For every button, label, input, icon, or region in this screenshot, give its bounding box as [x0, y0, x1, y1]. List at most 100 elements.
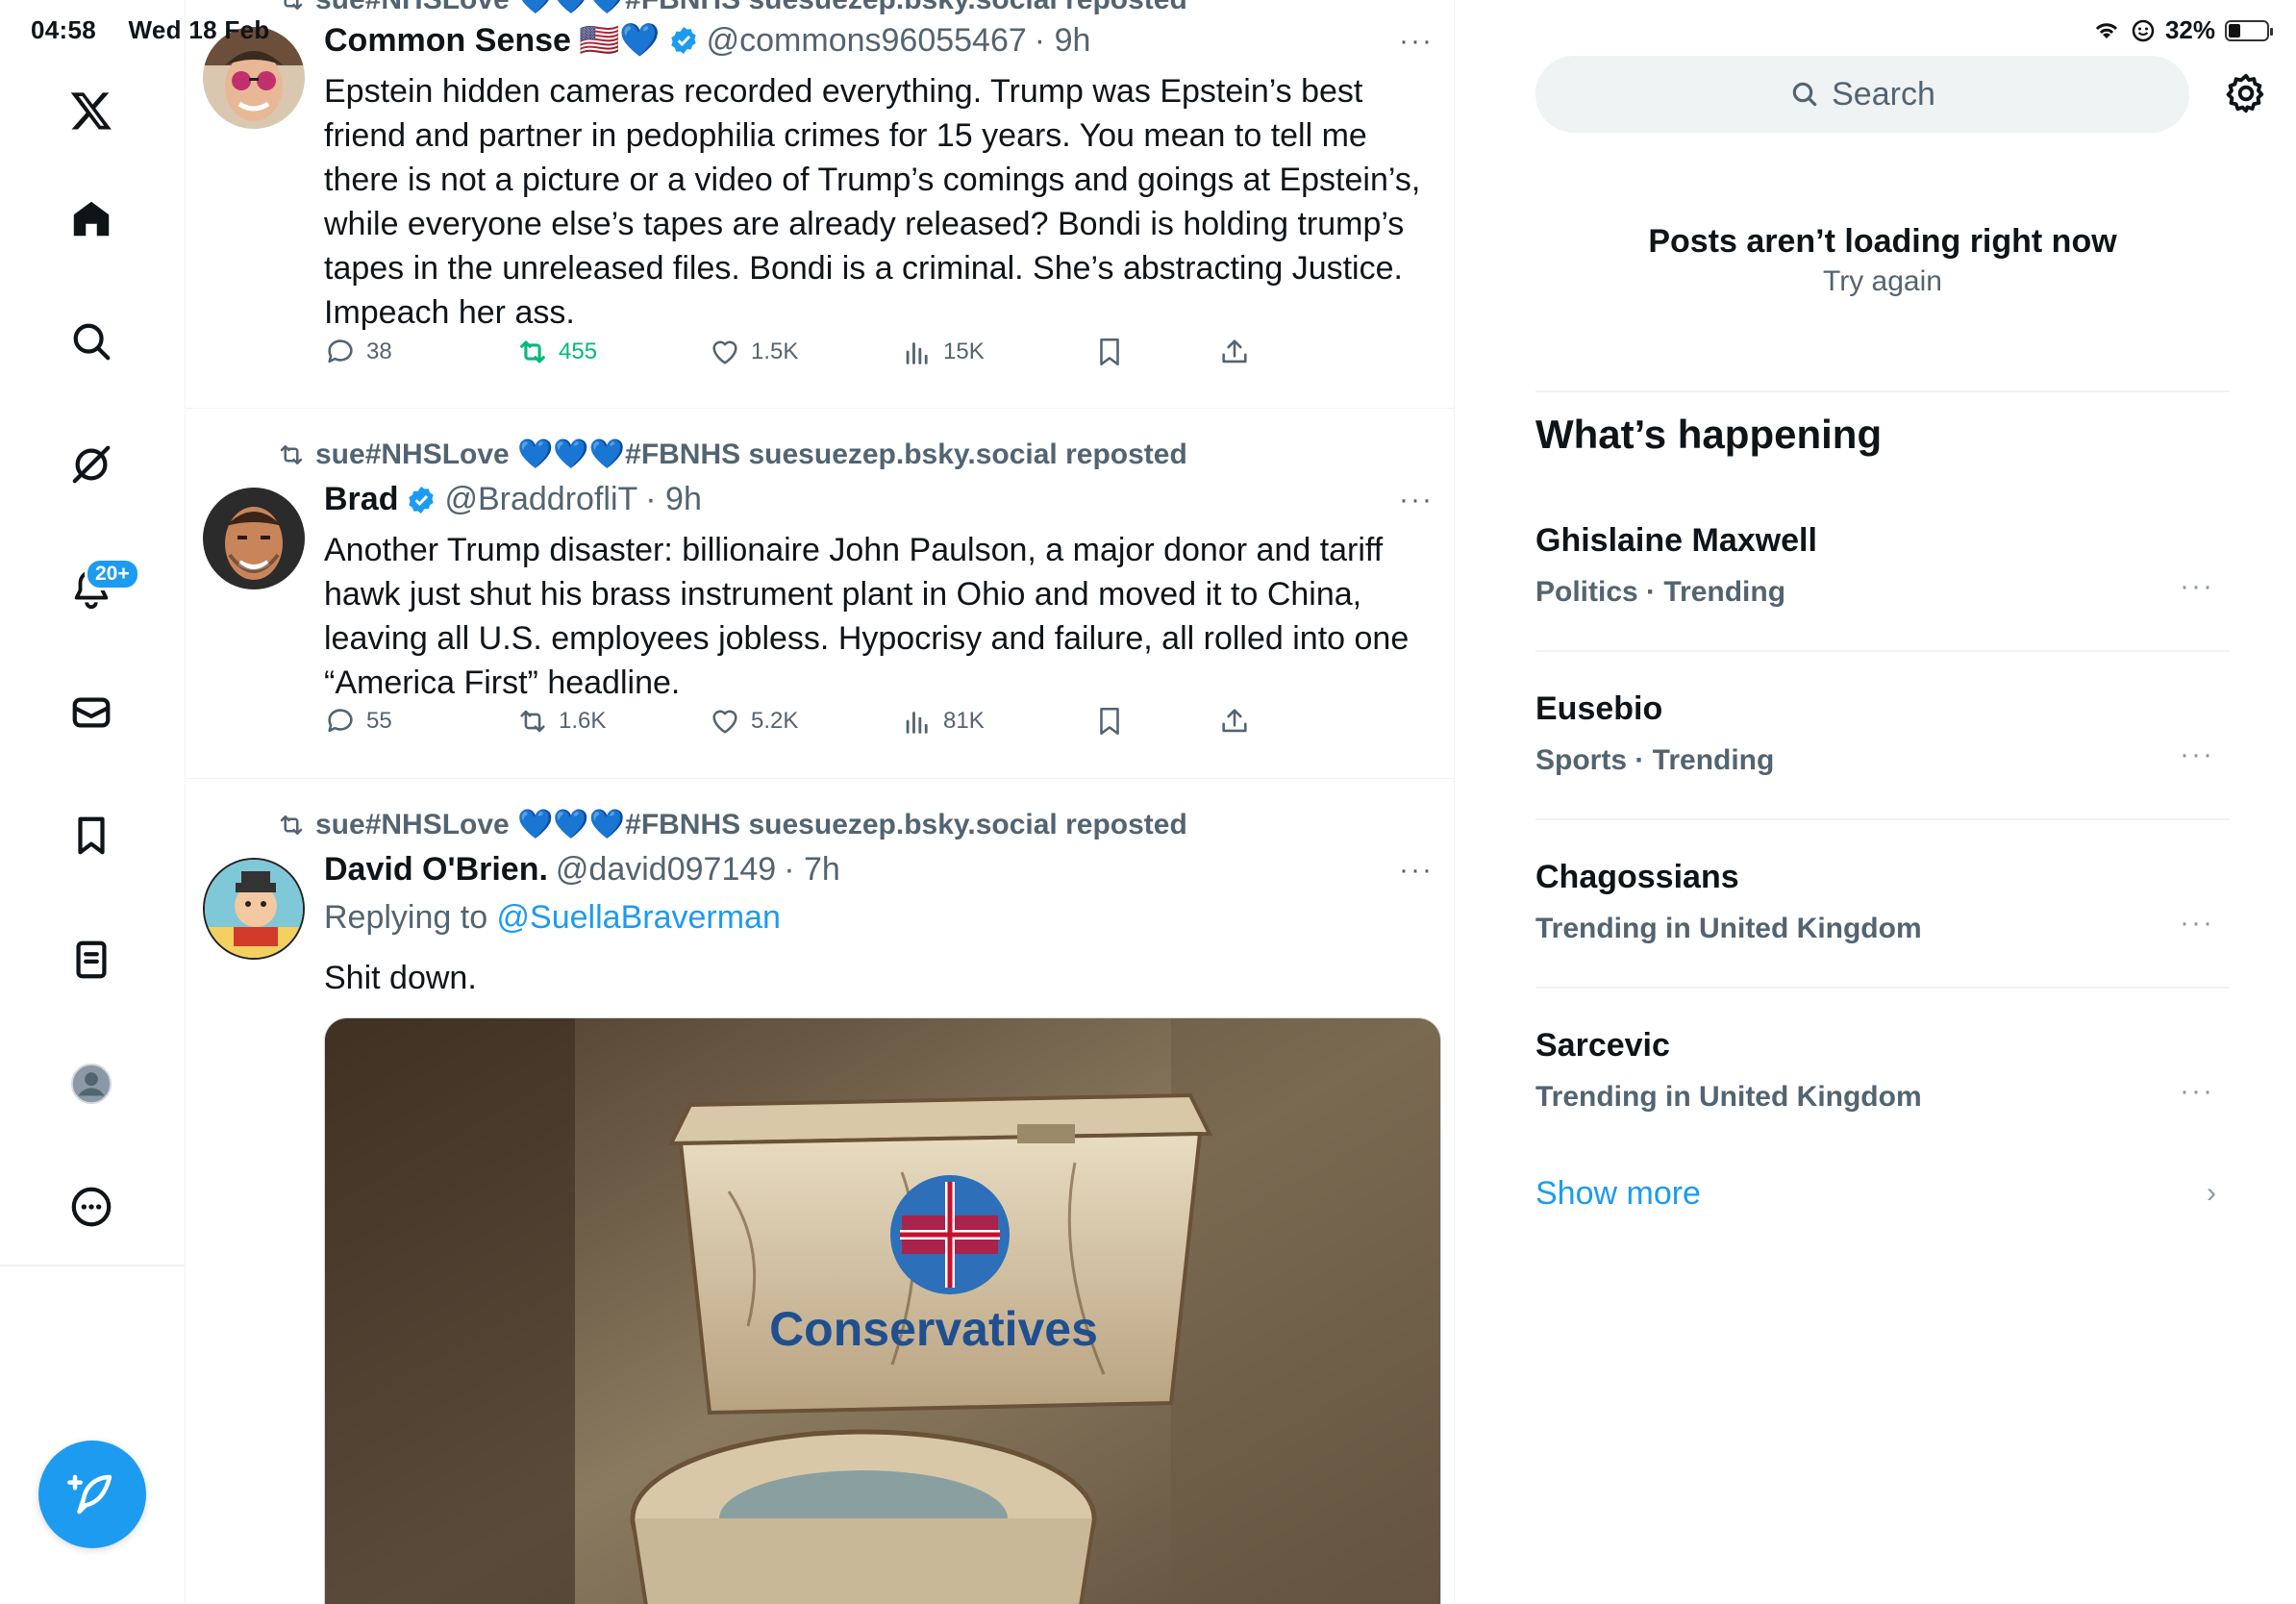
whats-happening-heading: What’s happening	[1535, 412, 1883, 457]
replying-to-link[interactable]: @SuellaBraverman	[497, 899, 781, 936]
search-input[interactable]: Search	[1535, 56, 2189, 133]
wifi-icon	[2095, 22, 2118, 38]
user-avatar[interactable]	[203, 488, 305, 589]
views-chart-icon	[906, 342, 928, 364]
views-count: 15K	[943, 338, 985, 364]
trend-divider	[1535, 987, 2230, 989]
tweet-card[interactable]: sue#NHSLove 💙💙💙#FBNHS suesuezep.bsky.soc…	[186, 779, 1454, 1604]
trend-item[interactable]: Chagossians Trending in United Kingdom ·…	[1535, 859, 2230, 984]
repost-count: 1.6K	[559, 708, 607, 734]
reply-count: 38	[366, 338, 392, 364]
author-handle[interactable]: @BraddrofliT	[444, 481, 637, 518]
trend-name: Ghislaine Maxwell	[1535, 522, 1817, 559]
repost-icon	[520, 710, 545, 733]
repost-icon	[520, 340, 545, 363]
compose-post-button[interactable]	[38, 1441, 146, 1548]
author-name[interactable]: David O'Brien.	[324, 851, 548, 889]
repost-button[interactable]: 1.6K	[516, 705, 606, 738]
show-more-link[interactable]: Show more	[1535, 1175, 1701, 1213]
author-handle[interactable]: @commons96055467	[707, 22, 1027, 60]
trend-item[interactable]: Eusebio Sports · Trending ···	[1535, 690, 2230, 815]
trend-name: Sarcevic	[1535, 1027, 1670, 1064]
heart-icon	[712, 710, 737, 734]
trend-name: Chagossians	[1535, 859, 1739, 895]
search-icon[interactable]	[62, 312, 121, 371]
more-options-icon[interactable]: ···	[1399, 25, 1434, 58]
left-nav: 20+	[0, 0, 186, 1604]
battery-percent: 32%	[2164, 15, 2215, 44]
bookmark-button[interactable]	[1093, 705, 1126, 738]
reply-button[interactable]: 38	[324, 336, 392, 368]
trend-more-icon[interactable]: ···	[2180, 907, 2214, 940]
profile-avatar-icon[interactable]	[62, 1054, 121, 1114]
x-logo-icon[interactable]	[62, 81, 121, 140]
trend-more-icon[interactable]: ···	[2180, 570, 2214, 603]
share-button[interactable]	[1218, 336, 1251, 368]
views-button[interactable]: 81K	[901, 705, 985, 738]
share-icon	[1222, 339, 1247, 363]
views-count: 81K	[943, 708, 985, 734]
search-icon	[1792, 82, 1817, 107]
bookmarks-icon[interactable]	[62, 806, 121, 865]
status-time: 04:58	[31, 15, 96, 44]
repost-icon	[280, 815, 303, 835]
tweet-header: Common Sense 🇺🇸💙 @commons96055467 · 9h	[324, 21, 1090, 60]
tweet-card[interactable]: sue#NHSLove 💙💙💙#FBNHS suesuezep.bsky.soc…	[186, 409, 1454, 779]
try-again-link[interactable]: Try again	[1535, 265, 2230, 298]
image-caption-text: Conservatives	[769, 1302, 1098, 1356]
user-avatar[interactable]	[203, 858, 305, 960]
trend-name: Eusebio	[1535, 690, 1663, 727]
messages-icon[interactable]	[62, 683, 121, 742]
status-bar-left: 04:58 Wed 18 Feb	[31, 15, 295, 45]
tweet-header: David O'Brien. @david097149 · 7h	[324, 851, 840, 889]
repost-icon	[280, 444, 303, 464]
like-button[interactable]: 1.5K	[709, 336, 798, 368]
posts-error-title: Posts aren’t loading right now	[1648, 223, 2117, 260]
author-flag: 🇺🇸💙	[578, 22, 661, 59]
home-icon[interactable]	[62, 189, 121, 249]
share-button[interactable]	[1218, 705, 1251, 738]
lists-icon[interactable]	[62, 930, 121, 990]
trend-divider	[1535, 818, 2230, 820]
like-button[interactable]: 5.2K	[709, 705, 798, 738]
more-options-icon[interactable]: ···	[1399, 484, 1434, 516]
tweet-card[interactable]: Common Sense 🇺🇸💙 @commons96055467 · 9h ·…	[186, 0, 1454, 409]
trend-meta: Sports · Trending	[1535, 744, 1775, 776]
like-count: 1.5K	[751, 338, 799, 364]
grok-icon[interactable]	[62, 435, 121, 494]
author-handle[interactable]: @david097149	[556, 851, 776, 889]
trend-divider	[1535, 650, 2230, 652]
author-name[interactable]: Common Sense	[324, 22, 571, 60]
trend-item[interactable]: Sarcevic Trending in United Kingdom ···	[1535, 1027, 2230, 1152]
trend-item[interactable]: Ghislaine Maxwell Politics · Trending ··…	[1535, 522, 2230, 647]
repost-attribution[interactable]: sue#NHSLove 💙💙💙#FBNHS suesuezep.bsky.soc…	[277, 438, 1187, 471]
reply-button[interactable]: 55	[324, 705, 392, 738]
trend-more-icon[interactable]: ···	[2180, 739, 2214, 771]
verified-badge-icon	[409, 486, 435, 514]
reply-count: 55	[366, 708, 392, 734]
replying-to-label: Replying to	[324, 899, 497, 936]
battery-icon	[2225, 19, 2273, 41]
repost-button[interactable]: 455	[516, 336, 597, 368]
trend-meta: Trending in United Kingdom	[1535, 1081, 1922, 1113]
bookmark-button[interactable]	[1093, 336, 1126, 368]
bookmark-icon	[1100, 338, 1119, 366]
more-icon[interactable]	[62, 1177, 121, 1237]
views-chart-icon	[906, 712, 928, 734]
views-button[interactable]: 15K	[901, 336, 985, 368]
settings-gear-icon[interactable]	[2224, 71, 2268, 115]
trend-more-icon[interactable]: ···	[2180, 1075, 2214, 1108]
author-name[interactable]: Brad	[324, 481, 398, 518]
heart-icon	[712, 340, 737, 364]
reply-icon	[328, 339, 353, 363]
repost-attribution[interactable]: sue#NHSLove 💙💙💙#FBNHS suesuezep.bsky.soc…	[277, 808, 1187, 841]
search-placeholder: Search	[1832, 75, 1935, 113]
tweet-text: Another Trump disaster: billionaire John…	[324, 532, 1410, 701]
verified-badge-icon	[670, 27, 696, 54]
more-options-icon[interactable]: ···	[1399, 854, 1434, 887]
replying-to-line: Replying to @SuellaBraverman	[324, 899, 781, 937]
status-bar-right: 32%	[2092, 15, 2273, 45]
tweet-media-image[interactable]: Conservatives	[324, 1017, 1441, 1604]
tweet-header: Brad @BraddrofliT · 9h	[324, 481, 702, 518]
post-time: · 9h	[1034, 21, 1091, 59]
